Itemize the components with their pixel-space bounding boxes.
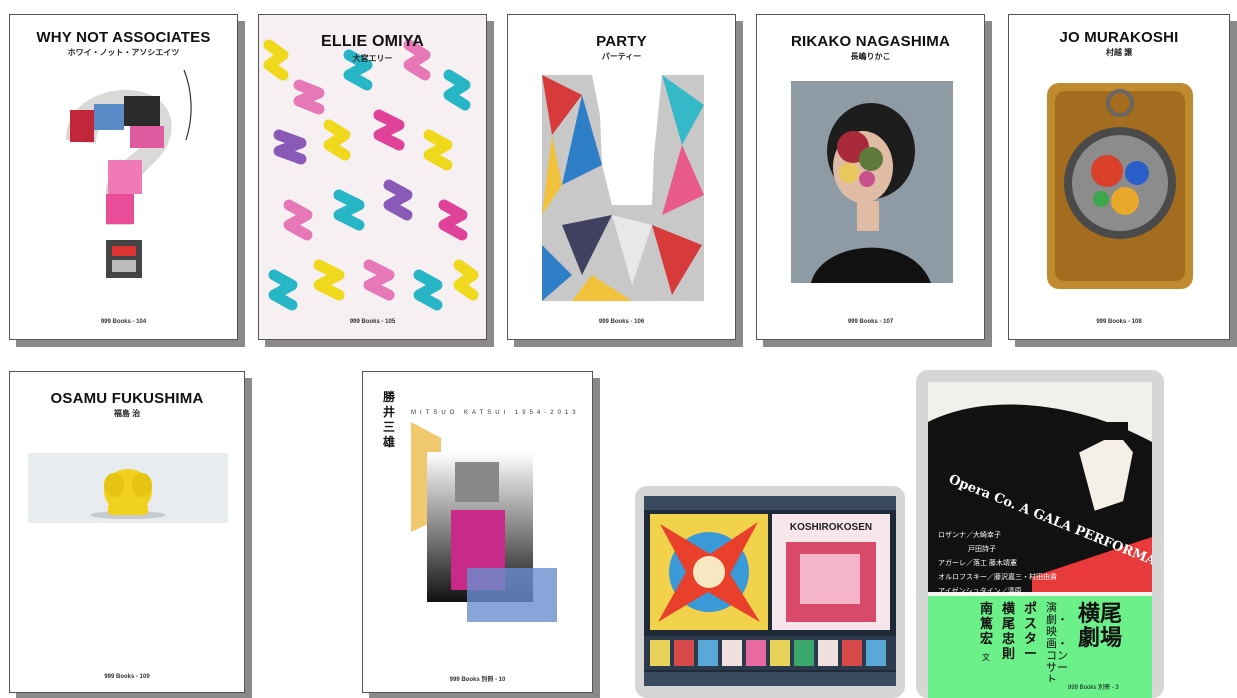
- book-title: JO MURAKOSHI: [1059, 29, 1179, 46]
- faceted-figures-art: [542, 75, 704, 301]
- book-catalog: WHY NOT ASSOCIATES ホワイ・ノット・アソシエイツ 999 Bo…: [0, 0, 1237, 698]
- tablet-device-landscape: KOSHIROKOSEN: [635, 486, 905, 698]
- cast-name-4: アイゼンシュタイン／清原: [938, 588, 1022, 595]
- book-footer: 999 Books - 106: [598, 319, 645, 325]
- book-subtitle: パーティー: [601, 52, 642, 61]
- poster-page-right: KOSHIROKOSEN: [772, 514, 890, 630]
- book-title-right: 横尾劇場: [1078, 601, 1123, 651]
- book-title: RIKAKO NAGASHIMA: [790, 33, 951, 50]
- portrait-photo: [791, 81, 953, 283]
- title-panel: 横尾劇場 演劇・映画・コンサート ポスター 横尾忠則 南篤宏 文 999 Boo…: [928, 596, 1152, 698]
- book-footer: 999 Books - 108: [1096, 319, 1142, 325]
- book-footer: 999 Books 別冊 - 10: [449, 677, 506, 683]
- app-toolbar: [644, 496, 896, 510]
- cast-name-1: 戸田詩子: [968, 546, 996, 553]
- cast-name-2: アガーレ／落工 藤木靖憲: [938, 560, 1017, 567]
- question-mark-collage: [66, 69, 192, 278]
- book-title: ELLIE OMIYA: [321, 33, 424, 50]
- book-writer: 南篤宏: [980, 602, 994, 647]
- book-poster-label: ポスター: [1024, 602, 1038, 662]
- book-title: WHY NOT ASSOCIATES: [36, 29, 211, 46]
- cast-name-0: ロザンナ／大崎幸子: [938, 532, 1001, 539]
- tablet-screen[interactable]: Opera Co. A GALA PERFORMANCE ロザンナ／大崎幸子 戸…: [928, 382, 1152, 698]
- bottom-toolbar[interactable]: [644, 672, 896, 686]
- book-author: 横尾忠則: [1002, 602, 1016, 662]
- book-cover-rikako-nagashima[interactable]: RIKAKO NAGASHIMA 長嶋りかこ 999 Books - 107: [756, 14, 985, 340]
- book-cover-osamu-fukushima[interactable]: OSAMU FUKUSHIMA 福島 治 999 Books - 109: [9, 371, 245, 693]
- book-cover-mitsuo-katsui[interactable]: 勝井三雄 MITSUO KATSUI 1954-2013 999 Books 別…: [362, 371, 593, 693]
- book-title-vertical: 勝井三雄: [383, 390, 396, 449]
- thumbnail-strip[interactable]: [644, 636, 896, 670]
- tablet-screen[interactable]: KOSHIROKOSEN: [644, 496, 896, 686]
- cast-name-3: オルロフスキー／藤沢嘉三・村田由貴: [938, 574, 1057, 581]
- book-subtitle: 福島 治: [113, 409, 141, 418]
- book-footer: 999 Books - 104: [100, 319, 147, 325]
- poster-page-left: [650, 514, 768, 630]
- book-cover-party[interactable]: PARTY パーティー 999 Books - 106: [507, 14, 736, 340]
- book-cover-ellie-omiya[interactable]: ELLIE OMIYA 大宮エリー 999 Books - 105: [258, 14, 487, 340]
- book-title: MITSUO KATSUI 1954-2013: [411, 410, 580, 416]
- book-title: PARTY: [596, 33, 647, 50]
- book-footer: 999 Books - 109: [104, 674, 150, 680]
- book-subtitle: 長嶋りかこ: [850, 52, 891, 61]
- book-cover-jo-murakoshi[interactable]: JO MURAKOSHI 村越 譲 999 Books - 108: [1008, 14, 1230, 340]
- yellow-sculpture-photo: [28, 453, 228, 523]
- book-subtitle-mid: 演劇・映画・コンサート: [1046, 602, 1068, 682]
- book-title: OSAMU FUKUSHIMA: [50, 390, 204, 407]
- abstract-gradient-art: [411, 422, 557, 622]
- tablet-device-portrait: Opera Co. A GALA PERFORMANCE ロザンナ／大崎幸子 戸…: [916, 370, 1164, 698]
- book-subtitle: ホワイ・ノット・アソシエイツ: [67, 48, 180, 57]
- book-writer-suffix: 文: [982, 653, 990, 662]
- book-footer: 999 Books - 105: [349, 319, 396, 325]
- book-cover-why-not-associates[interactable]: WHY NOT ASSOCIATES ホワイ・ノット・アソシエイツ 999 Bo…: [9, 14, 238, 340]
- book-subtitle: 村越 譲: [1105, 48, 1133, 57]
- pocket-watch-art: [1047, 83, 1193, 289]
- book-footer: 999 Books - 107: [847, 319, 894, 325]
- book-footer: 999 Books 別冊 - 3: [1068, 685, 1119, 691]
- book-subtitle: 大宮エリー: [352, 54, 393, 63]
- poster-heading: KOSHIROKOSEN: [789, 522, 873, 533]
